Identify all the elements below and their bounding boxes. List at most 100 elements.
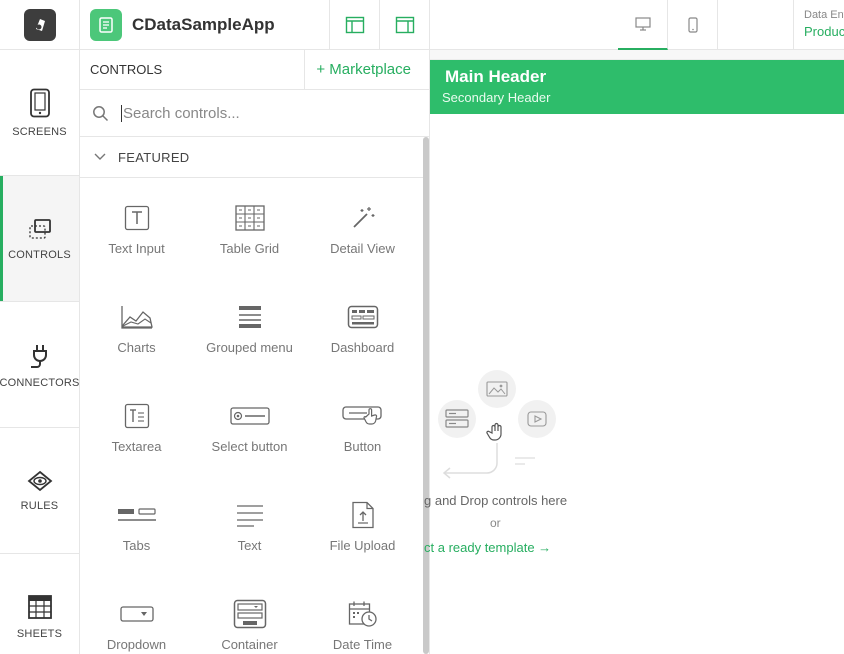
eye-icon: [27, 470, 52, 491]
control-label: Dashboard: [330, 340, 395, 355]
desktop-view-button[interactable]: [618, 0, 668, 50]
control-label: Charts: [117, 340, 156, 355]
control-table-grid[interactable]: Table Grid: [193, 178, 306, 277]
nav-item-sheets[interactable]: SHEETS: [0, 554, 79, 654]
tablet-icon: [29, 88, 50, 117]
control-label: Container: [221, 637, 278, 652]
control-label: Date Time: [332, 637, 393, 652]
nav-label: SHEETS: [16, 627, 63, 640]
tabs-icon: [117, 508, 156, 521]
control-dropdown[interactable]: Dropdown: [80, 574, 193, 654]
nav-item-controls[interactable]: CONTROLS: [0, 176, 79, 302]
control-date-time[interactable]: Date Time: [306, 574, 419, 654]
nav-label: CONTROLS: [8, 248, 71, 261]
control-grouped-menu[interactable]: Grouped menu: [193, 277, 306, 376]
grouped-menu-icon: [238, 306, 261, 328]
button-icon: [341, 406, 382, 425]
control-dashboard[interactable]: Dashboard: [306, 277, 419, 376]
area-chart-icon: [120, 306, 153, 329]
text-lines-icon: [236, 505, 263, 527]
layout-left-icon: [345, 16, 364, 34]
controls-panel: CONTROLS + Marketplace FEATURED Text Inp…: [80, 49, 430, 654]
control-label: Table Grid: [219, 241, 280, 256]
control-label: Button: [343, 439, 382, 454]
control-label: Tabs: [122, 538, 151, 553]
left-nav: SCREENS CONTROLS CONNECTORS RULES SHEETS: [0, 50, 80, 654]
control-label: Detail View: [330, 241, 395, 256]
nav-item-rules[interactable]: RULES: [0, 428, 79, 554]
control-label: Textarea: [111, 439, 162, 454]
mobile-view-button[interactable]: [668, 0, 718, 50]
search-icon: [93, 105, 109, 121]
control-label: Select button: [211, 439, 288, 454]
text-input-icon: [124, 205, 149, 231]
control-text-input[interactable]: Text Input: [80, 178, 193, 277]
panel-header: CONTROLS + Marketplace: [80, 49, 429, 90]
control-label: File Upload: [329, 538, 396, 553]
app-window: CDataSampleApp Data Env Produc SCREENS C…: [0, 0, 844, 654]
control-label: Text: [237, 538, 262, 553]
data-environment-selector[interactable]: Data Env Produc: [793, 0, 844, 50]
control-button[interactable]: Button: [306, 376, 419, 475]
control-charts[interactable]: Charts: [80, 277, 193, 376]
app-title: CDataSampleApp: [132, 15, 275, 34]
nav-label: CONNECTORS: [0, 376, 80, 389]
file-upload-icon: [351, 501, 374, 529]
app-icon: [90, 9, 122, 41]
control-detail-view[interactable]: Detail View: [306, 178, 419, 277]
secondary-header: Secondary Header: [442, 90, 551, 105]
logo-area[interactable]: [0, 0, 80, 50]
design-canvas[interactable]: Main Header Secondary Header g and Drop …: [424, 50, 844, 654]
search-input[interactable]: [121, 104, 401, 122]
nav-label: SCREENS: [12, 125, 67, 138]
data-env-value: Produc: [804, 24, 844, 39]
layout-right-button[interactable]: [380, 0, 430, 50]
logo-icon: [23, 9, 56, 41]
marketplace-button[interactable]: + Marketplace: [304, 49, 429, 90]
control-label: Text Input: [108, 241, 165, 256]
nav-item-connectors[interactable]: CONNECTORS: [0, 302, 79, 428]
featured-section-header[interactable]: FEATURED: [80, 137, 429, 178]
control-select-button[interactable]: Select button: [193, 376, 306, 475]
search-row: [80, 90, 429, 137]
controls-icon: [28, 218, 51, 239]
desktop-icon: [634, 17, 651, 31]
app-title-area: CDataSampleApp: [80, 0, 330, 50]
table-grid-icon: [234, 205, 265, 231]
control-text[interactable]: Text: [193, 475, 306, 574]
dropdown-icon: [119, 606, 154, 622]
control-label: Grouped menu: [206, 340, 293, 355]
nav-item-screens[interactable]: SCREENS: [0, 50, 79, 176]
dashboard-icon: [347, 305, 378, 329]
control-container[interactable]: Container: [193, 574, 306, 654]
data-env-label: Data Env: [804, 9, 844, 21]
layout-left-button[interactable]: [330, 0, 380, 50]
app-header-bar[interactable]: Main Header Secondary Header: [430, 60, 844, 114]
controls-grid: Text Input Table Grid Detail View Charts…: [80, 178, 429, 654]
magic-wand-icon: [352, 207, 374, 228]
drop-or-text: or: [490, 516, 501, 530]
layout-right-icon: [395, 16, 414, 34]
select-template-link[interactable]: ct a ready template →: [424, 540, 551, 555]
mobile-icon: [687, 17, 698, 33]
container-icon: [233, 599, 266, 629]
panel-title: CONTROLS: [90, 62, 163, 77]
control-label: Dropdown: [106, 637, 167, 652]
control-file-upload[interactable]: File Upload: [306, 475, 419, 574]
textarea-icon: [124, 403, 149, 429]
nav-label: RULES: [20, 499, 59, 512]
control-tabs[interactable]: Tabs: [80, 475, 193, 574]
main-header: Main Header: [445, 67, 547, 86]
canvas-top-strip: [430, 50, 844, 60]
plug-icon: [30, 344, 47, 368]
sheet-icon: [27, 594, 52, 619]
chevron-down-icon: [94, 153, 106, 160]
section-label: FEATURED: [118, 149, 190, 165]
control-textarea[interactable]: Textarea: [80, 376, 193, 475]
calendar-clock-icon: [348, 601, 377, 627]
drag-drop-illustration: [438, 370, 556, 479]
panel-scrollbar[interactable]: [423, 137, 429, 654]
top-bar: CDataSampleApp Data Env Produc: [0, 0, 844, 50]
select-button-icon: [229, 407, 270, 425]
drop-hint-text: g and Drop controls here: [424, 493, 568, 508]
